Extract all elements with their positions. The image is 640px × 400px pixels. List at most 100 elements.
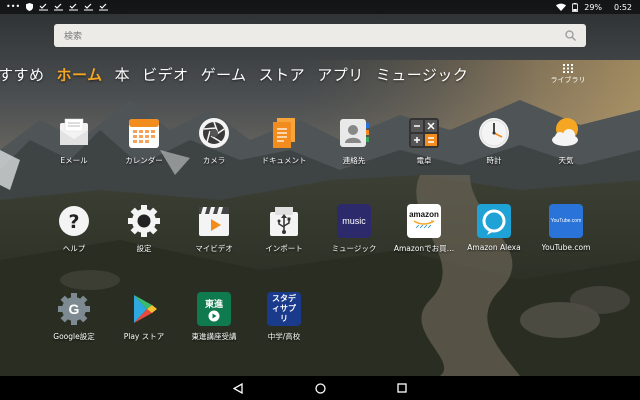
import-usb-icon [267,204,301,238]
app-label: ミュージック [331,244,377,253]
settings-gear-icon [127,204,161,238]
app-label: 東進講座受講 [191,332,237,341]
tab-apps[interactable]: アプリ [317,64,364,85]
svg-text:?: ? [68,211,79,233]
app-label: 天気 [558,156,574,165]
library-label: ライブラリ [550,76,586,84]
recents-button[interactable] [395,381,409,395]
app-my-video[interactable]: マイビデオ [178,204,250,260]
app-label: 設定 [136,244,152,253]
more-dots-icon: ••• [6,2,21,11]
amazon-shopping-icon: amazon [407,204,441,238]
wifi-icon [556,3,567,11]
search-bar[interactable]: 検索 [54,24,586,47]
music-icon-text: music [342,216,366,226]
app-amazon-alexa[interactable]: Amazon Alexa [458,204,530,260]
app-amazon-shopping[interactable]: amazon Amazonでお買… [388,204,460,260]
app-label: ヘルプ [62,244,86,253]
app-calculator[interactable]: 電卓 [388,116,460,172]
tab-games[interactable]: ゲーム [201,64,247,85]
app-label: Play ストア [123,332,165,341]
app-study-sapuri[interactable]: スタディサプリ 中学/高校 [248,292,320,348]
tab-store[interactable]: ストア [259,64,306,85]
app-music[interactable]: music ミュージック [318,204,390,260]
app-label: YouTube.com [541,243,591,252]
tab-music[interactable]: ミュージック [376,64,469,85]
alexa-icon [477,204,511,238]
tab-recommended[interactable]: すすめ [0,64,45,85]
youtube-icon-text: YouTube.com [550,218,582,224]
status-bar: ••• 29% 0:52 [0,0,640,14]
amazon-icon-text: amazon [409,209,439,219]
app-label: カレンダー [125,156,163,165]
play-store-icon [127,292,161,326]
search-icon[interactable] [565,30,576,41]
app-label: Amazon Alexa [467,243,521,252]
check-list-icon [39,3,49,11]
notification-icons: ••• [6,0,109,14]
app-label: ドキュメント [261,156,307,165]
study-sapuri-icon: スタディサプリ [267,292,301,326]
check-list-icon [99,3,109,11]
app-play-store[interactable]: Play ストア [108,292,180,348]
clock-icon [477,116,511,150]
clock-time: 0:52 [614,2,632,12]
app-weather[interactable]: 天気 [530,116,602,172]
battery-icon [572,2,579,12]
calendar-icon [127,116,161,150]
email-icon [57,116,91,150]
app-toshin[interactable]: 東進 東進講座受講 [178,292,250,348]
library-grid-icon [563,64,573,73]
calculator-icon [407,116,441,150]
app-label: 中学/高校 [267,332,301,341]
app-label: 時計 [486,156,502,165]
shield-icon [26,3,34,11]
recents-square-icon [397,383,407,393]
contacts-icon [337,116,371,150]
check-list-icon [69,3,79,11]
app-label: インポート [265,244,303,253]
home-circle-icon [314,382,326,394]
category-tabs: すすめ ホーム 本 ビデオ ゲーム ストア アプリ ミュージック [0,61,468,87]
app-google-settings[interactable]: G Google設定 [38,292,110,348]
tab-books[interactable]: 本 [115,64,131,85]
help-icon: ? [57,204,91,238]
music-icon: music [337,204,371,238]
app-calendar[interactable]: カレンダー [108,116,180,172]
app-clock[interactable]: 時計 [458,116,530,172]
app-label: Google設定 [53,332,95,341]
tab-video[interactable]: ビデオ [142,64,189,85]
check-list-icon [54,3,64,11]
app-label: 連絡先 [342,156,366,165]
youtube-icon: YouTube.com [549,204,583,238]
tab-home[interactable]: ホーム [57,64,103,85]
documents-icon [267,116,301,150]
system-nav-bar [0,376,640,400]
toshin-icon: 東進 [197,292,231,326]
app-documents[interactable]: ドキュメント [248,116,320,172]
toshin-icon-text: 東進 [204,299,223,310]
search-input[interactable]: 検索 [64,29,565,42]
app-email[interactable]: Eメール [38,116,110,172]
sapuri-icon-text: スタディサプリ [272,294,296,323]
back-button[interactable] [231,381,245,395]
app-camera[interactable]: カメラ [178,116,250,172]
app-youtube[interactable]: YouTube.com YouTube.com [530,204,602,260]
battery-percent: 29% [584,2,603,12]
google-settings-icon: G [57,292,91,326]
home-button[interactable] [313,381,327,395]
app-label: カメラ [202,156,226,165]
weather-icon [549,116,583,150]
app-help[interactable]: ? ヘルプ [38,204,110,260]
app-label: Eメール [60,156,88,165]
app-label: 電卓 [416,156,432,165]
app-label: Amazonでお買… [393,244,455,253]
camera-icon [197,116,231,150]
check-list-icon [84,3,94,11]
app-import[interactable]: インポート [248,204,320,260]
svg-text:G: G [69,301,80,317]
app-settings[interactable]: 設定 [108,204,180,260]
app-contacts[interactable]: 連絡先 [318,116,390,172]
app-label: マイビデオ [195,244,233,253]
library-button[interactable]: ライブラリ [550,64,586,88]
